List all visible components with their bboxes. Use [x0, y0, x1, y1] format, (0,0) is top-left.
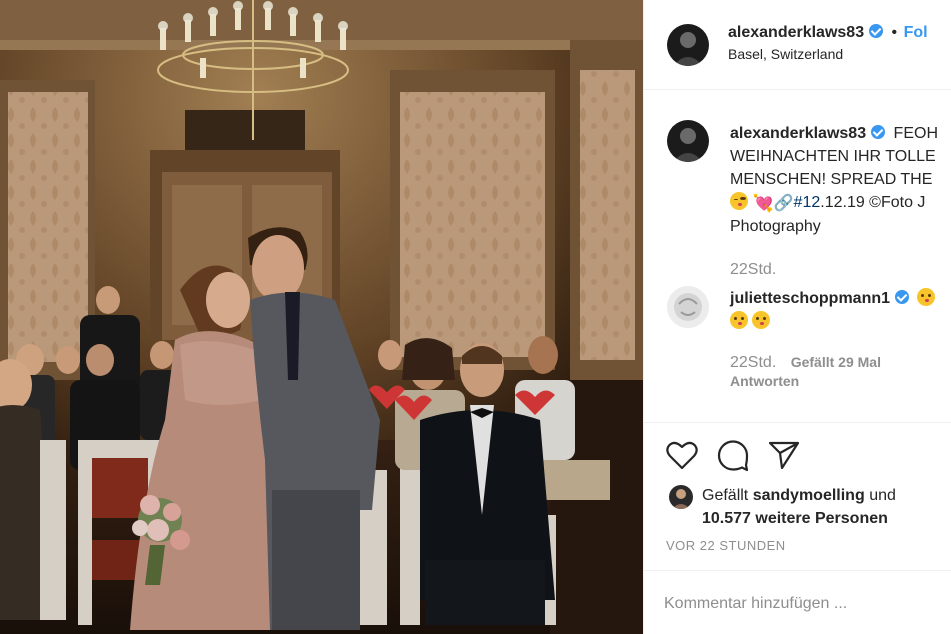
comment-emojis [730, 310, 951, 333]
comment-time[interactable]: 22Std. [730, 354, 776, 371]
actions-divider [644, 422, 951, 423]
like-button[interactable] [666, 440, 698, 475]
comment-input[interactable] [664, 588, 944, 620]
comment-block: julietteschoppmann1 22Std. Gefällt 29 Ma… [730, 287, 951, 393]
caption-text-line1: FEOH [893, 125, 938, 142]
likes-prefix: Gefällt [702, 487, 749, 504]
follow-dot: • [891, 24, 898, 41]
share-button[interactable] [768, 440, 800, 475]
caption-text-line2: WEIHNACHTEN IHR TOLLE [730, 148, 936, 165]
winking-face-emoji-icon [730, 192, 748, 210]
commenter-avatar[interactable] [667, 286, 709, 328]
link-emoji-icon: 🔗 [773, 195, 794, 212]
post-timestamp[interactable]: VOR 22 STUNDEN [666, 538, 786, 553]
kissing-face-emoji-icon [917, 288, 936, 306]
caption-time[interactable]: 22Std. [730, 258, 951, 281]
header-divider [644, 89, 951, 90]
heart-arrow-emoji-icon: 💘 [752, 194, 774, 213]
paper-plane-icon [768, 441, 800, 470]
caption-author-avatar[interactable] [667, 120, 709, 162]
follow-button[interactable]: Fol [904, 24, 928, 41]
wedding-photo [0, 0, 643, 634]
verified-badge-icon [869, 24, 884, 38]
kissing-face-emoji-icon [752, 311, 771, 329]
post-photo[interactable] [0, 0, 643, 634]
author-username[interactable]: alexanderklaws83 [728, 24, 864, 41]
likes-summary: Gefällt sandymoelling und [702, 484, 951, 507]
kissing-face-emoji-icon [730, 311, 748, 329]
caption-text-line4: 💘🔗#12.12.19 ©Foto J [730, 191, 951, 215]
likes-count[interactable]: 10.577 weitere Personen [702, 507, 888, 530]
commenter-username[interactable]: julietteschoppmann1 [730, 290, 890, 307]
comment-input-divider [644, 570, 951, 571]
verified-badge-icon [895, 290, 910, 304]
author-avatar[interactable] [667, 24, 709, 66]
comment-button[interactable] [716, 438, 750, 477]
liker-username[interactable]: sandymoelling [753, 487, 865, 504]
post-side-panel: alexanderklaws83 • Fol Basel, Switzerlan… [643, 0, 951, 634]
speech-bubble-icon [717, 440, 749, 472]
verified-badge-icon [871, 125, 886, 139]
hashtag-link[interactable]: #12 [794, 194, 821, 211]
heart-outline-icon [666, 441, 698, 470]
caption-username[interactable]: alexanderklaws83 [730, 125, 866, 142]
liker-avatar[interactable] [669, 485, 693, 509]
caption-text-line3: MENSCHEN! SPREAD THE [730, 171, 933, 188]
caption-date-text: .12.19 ©Foto J [820, 194, 926, 211]
post-header: alexanderklaws83 • Fol Basel, Switzerlan… [728, 24, 951, 62]
caption-block: alexanderklaws83 FEOH WEIHNACHTEN IHR TO… [730, 122, 951, 281]
caption-text-line5: Photography [730, 218, 821, 235]
likes-und: und [869, 487, 896, 504]
post-location[interactable]: Basel, Switzerland [728, 46, 951, 62]
comment-likes[interactable]: Gefällt 29 Mal [791, 354, 881, 370]
